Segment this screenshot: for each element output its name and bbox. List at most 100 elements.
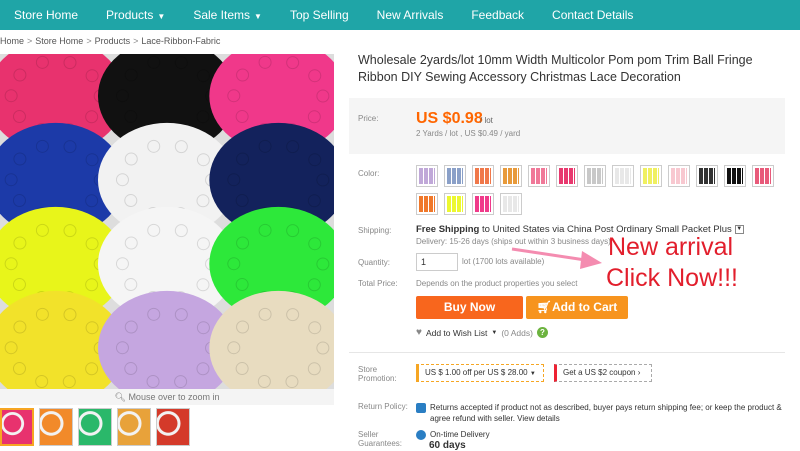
thumbnail-strip bbox=[0, 408, 190, 446]
color-swatch[interactable] bbox=[472, 165, 494, 187]
add-to-cart-label: Add to Cart bbox=[551, 300, 618, 314]
thumbnail[interactable] bbox=[156, 408, 190, 446]
pompom-ball bbox=[124, 236, 138, 250]
swatch-image bbox=[643, 168, 659, 184]
heart-icon: ♥ bbox=[416, 327, 422, 338]
pompom-ball bbox=[13, 68, 27, 82]
pompom-ball bbox=[286, 140, 300, 154]
color-swatch[interactable] bbox=[724, 165, 746, 187]
chevron-down-icon[interactable]: ▼ bbox=[491, 330, 497, 336]
pompom-ball bbox=[35, 374, 49, 388]
color-swatch[interactable] bbox=[472, 193, 494, 215]
color-swatch[interactable] bbox=[500, 193, 522, 215]
color-swatch[interactable] bbox=[612, 165, 634, 187]
color-swatch[interactable] bbox=[528, 165, 550, 187]
color-swatch[interactable] bbox=[416, 165, 438, 187]
pompom-ball bbox=[85, 110, 99, 124]
color-swatch[interactable] bbox=[416, 193, 438, 215]
product-main-image[interactable] bbox=[0, 54, 334, 390]
nav-item-contact-details[interactable]: Contact Details bbox=[538, 0, 647, 30]
breadcrumb-link[interactable]: Products bbox=[95, 36, 131, 46]
promotion-discount-text: US $ 1.00 off per US $ 28.00 bbox=[425, 368, 528, 377]
thumbnail[interactable] bbox=[117, 408, 151, 446]
add-to-wishlist-link[interactable]: Add to Wish List bbox=[426, 328, 487, 338]
pompom-ball bbox=[286, 224, 300, 238]
pompom-ball bbox=[316, 89, 330, 103]
quantity-input[interactable]: 1 bbox=[416, 253, 458, 271]
pompom-ball bbox=[307, 110, 321, 124]
chevron-down-icon: ▼ bbox=[529, 371, 536, 377]
pompom-ball bbox=[147, 223, 161, 237]
seller-guarantees-label: Seller Guarantees: bbox=[358, 430, 403, 448]
pompom-ball bbox=[235, 278, 249, 292]
free-shipping-text: Free Shipping bbox=[416, 224, 480, 235]
color-swatch[interactable] bbox=[444, 165, 466, 187]
nav-item-new-arrivals[interactable]: New Arrivals bbox=[363, 0, 458, 30]
search-icon: 🔍︎ bbox=[114, 392, 129, 402]
pompom-ball bbox=[13, 320, 27, 334]
color-swatch[interactable] bbox=[696, 165, 718, 187]
color-swatch[interactable] bbox=[556, 165, 578, 187]
swatch-image bbox=[503, 196, 519, 212]
wishlist-row: ♥ Add to Wish List ▼ (0 Adds) ? bbox=[416, 327, 548, 338]
price-value: US $0.98 bbox=[416, 110, 483, 127]
pompom-ball bbox=[308, 321, 322, 335]
quantity-label: Quantity: bbox=[358, 258, 391, 267]
return-icon bbox=[416, 403, 426, 413]
pompom-ball bbox=[285, 375, 299, 389]
price-label: Price: bbox=[358, 114, 379, 123]
breadcrumb-link[interactable]: Store Home bbox=[35, 36, 83, 46]
thumbnail[interactable] bbox=[0, 408, 34, 446]
color-swatch[interactable] bbox=[752, 165, 774, 187]
click-now-overlay[interactable]: Click Now!!! bbox=[606, 264, 738, 293]
breadcrumb-link[interactable]: Lace-Ribbon-Fabric bbox=[141, 36, 220, 46]
nav-item-products[interactable]: Products ▼ bbox=[92, 0, 179, 30]
shipping-to: to bbox=[481, 224, 490, 235]
coupon-button[interactable]: Get a US $2 coupon › bbox=[554, 364, 652, 382]
thumbnail[interactable] bbox=[78, 408, 112, 446]
pompom-ball bbox=[63, 308, 77, 322]
chevron-right-icon: › bbox=[637, 368, 641, 377]
help-icon[interactable]: ? bbox=[536, 327, 548, 338]
pompom-ball bbox=[236, 320, 250, 334]
pompom-ball bbox=[147, 139, 161, 153]
buy-now-button[interactable]: Buy Now bbox=[416, 296, 523, 319]
color-swatch[interactable] bbox=[668, 165, 690, 187]
thumbnail[interactable] bbox=[39, 408, 73, 446]
nav-item-top-selling[interactable]: Top Selling bbox=[276, 0, 363, 30]
swatch-image bbox=[727, 168, 743, 184]
color-swatch[interactable] bbox=[584, 165, 606, 187]
chevron-down-icon[interactable]: ▼ bbox=[734, 224, 744, 234]
pompom-ball bbox=[196, 69, 210, 83]
nav-item-store-home[interactable]: Store Home bbox=[0, 0, 92, 30]
chevron-down-icon: ▼ bbox=[157, 12, 166, 21]
color-swatch[interactable] bbox=[640, 165, 662, 187]
breadcrumb-link[interactable]: Home bbox=[0, 36, 24, 46]
pompom-ball bbox=[85, 278, 99, 292]
pompom-ball bbox=[124, 152, 138, 166]
swatch-image bbox=[671, 168, 687, 184]
pompom-ball bbox=[85, 237, 99, 251]
pompom-ball bbox=[124, 278, 138, 292]
pompom-ball bbox=[12, 278, 26, 292]
shipping-label: Shipping: bbox=[358, 226, 392, 235]
pompom-ball bbox=[35, 223, 49, 237]
add-to-cart-button[interactable]: 🛒︎Add to Cart bbox=[526, 296, 628, 319]
swatch-image bbox=[699, 168, 715, 184]
nav-item-feedback[interactable]: Feedback bbox=[457, 0, 538, 30]
pompom-ball bbox=[258, 139, 272, 153]
pompom-ball bbox=[124, 320, 138, 334]
pompom-ball bbox=[236, 68, 250, 82]
product-title: Wholesale 2yards/lot 10mm Width Multicol… bbox=[358, 53, 753, 84]
color-swatch[interactable] bbox=[444, 193, 466, 215]
swatch-image bbox=[447, 168, 463, 184]
return-policy-text[interactable]: Returns accepted if product not as descr… bbox=[430, 402, 786, 424]
pompom-ball bbox=[258, 307, 272, 321]
arrow-icon bbox=[511, 247, 602, 269]
color-swatch[interactable] bbox=[500, 165, 522, 187]
promotion-discount[interactable]: US $ 1.00 off per US $ 28.00 ▼ bbox=[416, 364, 544, 382]
pompom-ball bbox=[258, 55, 272, 69]
nav-item-sale-items[interactable]: Sale Items ▼ bbox=[179, 0, 276, 30]
pompom-ball bbox=[124, 194, 138, 208]
coupon-text: Get a US $2 coupon bbox=[563, 368, 636, 377]
